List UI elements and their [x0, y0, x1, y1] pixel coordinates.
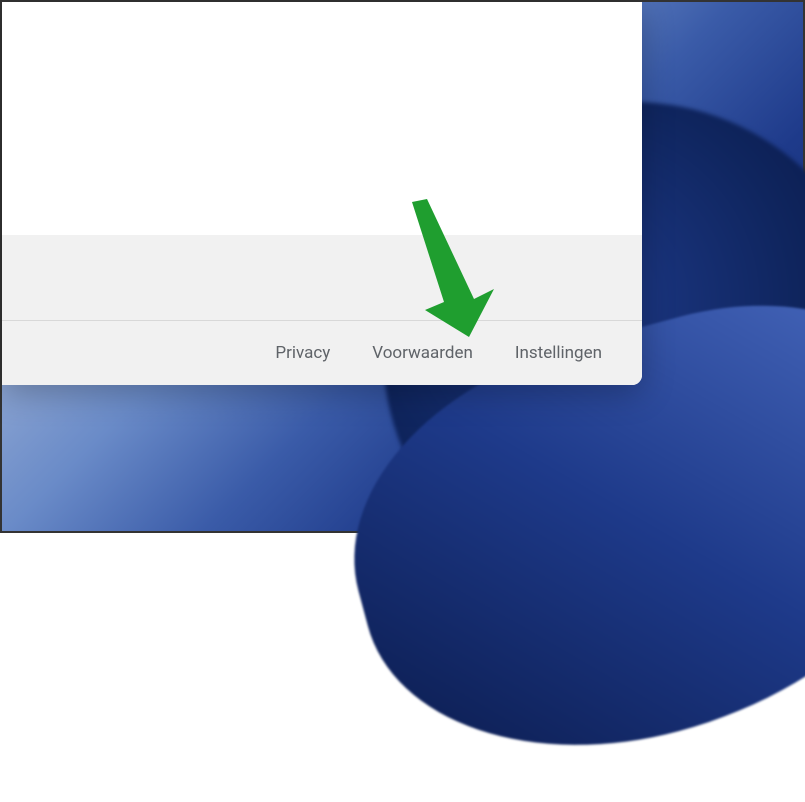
footer-link-terms[interactable]: Voorwaarden — [372, 343, 473, 363]
footer-link-settings[interactable]: Instellingen — [515, 343, 602, 363]
app-window: Privacy Voorwaarden Instellingen — [2, 2, 642, 385]
window-content-area — [2, 2, 642, 235]
window-footer: Privacy Voorwaarden Instellingen — [2, 235, 642, 385]
footer-links-row: Privacy Voorwaarden Instellingen — [2, 321, 642, 385]
footer-link-privacy[interactable]: Privacy — [275, 343, 330, 363]
